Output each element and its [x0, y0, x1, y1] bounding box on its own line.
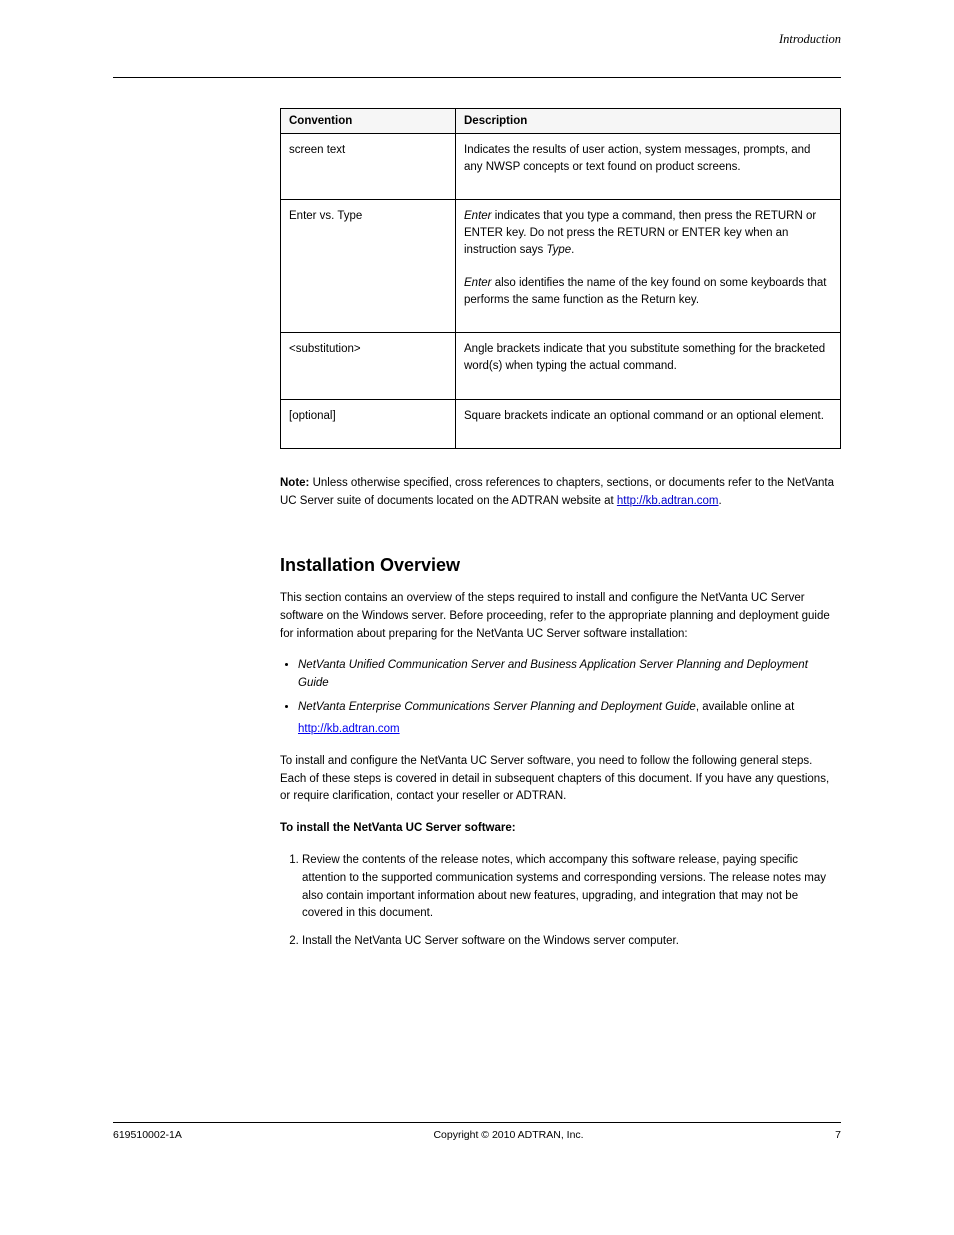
cell-key: <substitution>: [281, 333, 456, 399]
note-label: Note:: [280, 477, 309, 489]
cell-key: Enter vs. Type: [281, 200, 456, 333]
section-heading: Installation Overview: [280, 555, 841, 576]
cell-desc: Square brackets indicate an optional com…: [456, 399, 841, 449]
conventions-table: Convention Description screen textIndica…: [280, 108, 841, 449]
kb-link[interactable]: http://kb.adtran.com: [298, 723, 400, 735]
header-divider: [113, 77, 841, 78]
th-convention: Convention: [281, 109, 456, 134]
cell-desc: Angle brackets indicate that you substit…: [456, 333, 841, 399]
table-row: [optional]Square brackets indicate an op…: [281, 399, 841, 449]
note-text-2: of documents located on the ADTRAN websi…: [361, 495, 617, 507]
cell-key: [optional]: [281, 399, 456, 449]
kb-link-line: http://kb.adtran.com: [298, 721, 841, 739]
footer-left: 619510002-1A: [113, 1129, 182, 1141]
cell-desc: Enter indicates that you type a command,…: [456, 200, 841, 333]
table-header-row: Convention Description: [281, 109, 841, 134]
table-row: screen textIndicates the results of user…: [281, 134, 841, 200]
steps-label: To install the NetVanta UC Server softwa…: [280, 820, 841, 838]
note-block: Note: Unless otherwise specified, cross …: [280, 475, 841, 511]
cell-desc: Indicates the results of user action, sy…: [456, 134, 841, 200]
table-row: <substitution>Angle brackets indicate th…: [281, 333, 841, 399]
section-p1: This section contains an overview of the…: [280, 590, 841, 643]
note-text-3: .: [719, 495, 722, 507]
footer-center: Copyright © 2010 ADTRAN, Inc.: [433, 1129, 583, 1141]
step-item: Review the contents of the release notes…: [302, 852, 841, 923]
list-item: NetVanta Enterprise Communications Serve…: [298, 699, 841, 717]
note-link[interactable]: http://kb.adtran.com: [617, 495, 719, 507]
footer-divider: [113, 1122, 841, 1123]
th-description: Description: [456, 109, 841, 134]
table-row: Enter vs. TypeEnter indicates that you t…: [281, 200, 841, 333]
list-item: NetVanta Unified Communication Server an…: [298, 657, 841, 693]
step-item: Install the NetVanta UC Server software …: [302, 933, 841, 951]
footer-right: 7: [835, 1129, 841, 1141]
page-header-right: Introduction: [113, 32, 841, 47]
section-p2: To install and configure the NetVanta UC…: [280, 753, 841, 806]
page-footer: 619510002-1A Copyright © 2010 ADTRAN, In…: [113, 1122, 841, 1141]
cell-key: screen text: [281, 134, 456, 200]
note-text-1: Unless otherwise specified, cross refere…: [309, 477, 786, 489]
